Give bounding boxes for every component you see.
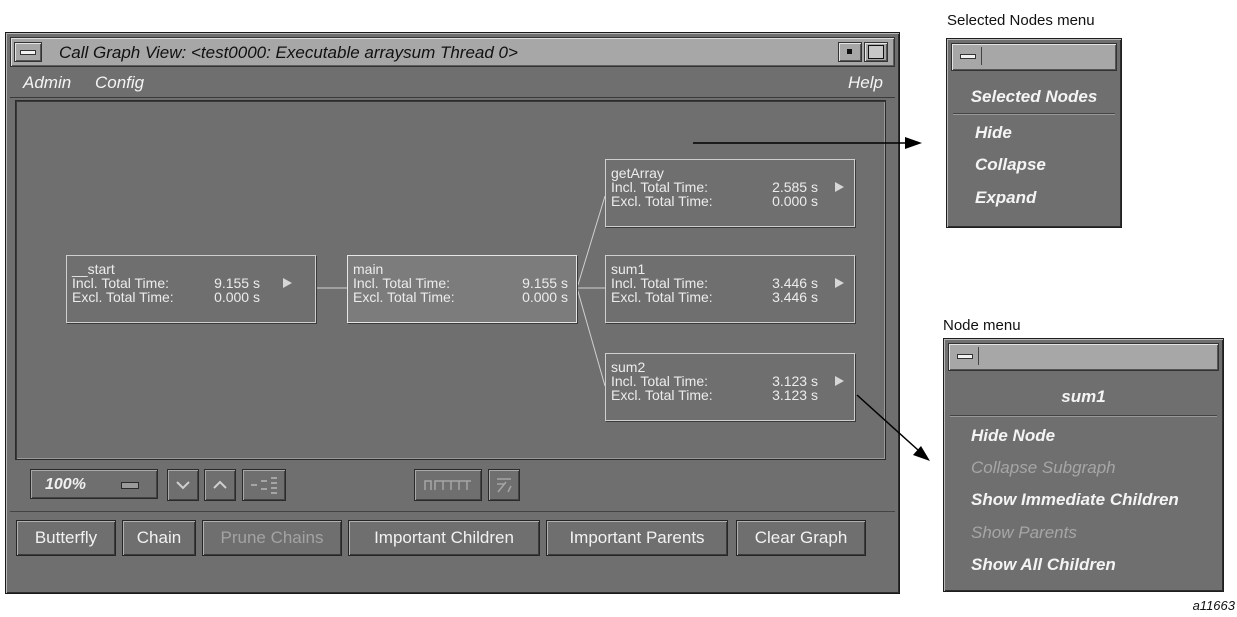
overview-button[interactable] xyxy=(242,469,286,501)
minimize-button[interactable] xyxy=(838,42,862,62)
call-graph-window: Call Graph View: <test0000: Executable a… xyxy=(5,32,900,594)
callout-arrowhead-selected xyxy=(905,137,922,149)
maximize-button[interactable] xyxy=(864,42,888,62)
popup-menu-icon xyxy=(960,54,976,59)
excl-label: Excl. Total Time: xyxy=(353,289,455,305)
tree-layout-button[interactable] xyxy=(414,469,482,501)
zoom-menu[interactable]: 100% xyxy=(30,469,158,499)
zoom-value: 100% xyxy=(45,476,86,493)
menu-item-show-parents[interactable]: Show Parents xyxy=(971,523,1077,543)
zoom-out-button[interactable] xyxy=(167,469,199,501)
menu-bar: Admin Config Help xyxy=(10,67,895,98)
callout-arrowhead-node xyxy=(913,446,930,461)
menu-admin[interactable]: Admin xyxy=(23,73,71,93)
menu-item-hide[interactable]: Hide xyxy=(975,123,1012,143)
prune-chains-button[interactable]: Prune Chains xyxy=(202,520,342,556)
rotate-layout-icon xyxy=(497,478,512,493)
node-sum1[interactable]: sum1 Incl. Total Time: 3.446 s Excl. Tot… xyxy=(605,255,855,323)
zoom-menu-knob-icon xyxy=(121,482,139,489)
popup-menu-button[interactable] xyxy=(955,47,982,65)
tree-layout-icon xyxy=(424,480,471,490)
excl-value: 3.446 s xyxy=(772,289,818,305)
node-start[interactable]: __start Incl. Total Time: 9.155 s Excl. … xyxy=(66,255,316,323)
selected-nodes-header: Selected Nodes xyxy=(953,87,1115,114)
selected-nodes-menu-caption: Selected Nodes menu xyxy=(947,12,1095,29)
node-main[interactable]: main Incl. Total Time: 9.155 s Excl. Tot… xyxy=(347,255,577,323)
zoom-in-button[interactable] xyxy=(204,469,236,501)
node-menu-header: sum1 xyxy=(950,387,1217,416)
expand-arrow-icon[interactable] xyxy=(835,376,844,386)
excl-value: 0.000 s xyxy=(214,289,260,305)
excl-value: 0.000 s xyxy=(772,193,818,209)
window-menu-icon xyxy=(20,50,36,55)
expand-arrow-icon[interactable] xyxy=(835,182,844,192)
important-children-button[interactable]: Important Children xyxy=(348,520,540,556)
window-menu-button[interactable] xyxy=(14,42,42,62)
excl-value: 0.000 s xyxy=(522,289,568,305)
node-menu: sum1 Hide Node Collapse Subgraph Show Im… xyxy=(943,338,1224,592)
title-bar[interactable]: Call Graph View: <test0000: Executable a… xyxy=(10,37,895,67)
popup-title-bar[interactable] xyxy=(948,343,1219,371)
menu-item-show-immediate-children[interactable]: Show Immediate Children xyxy=(971,490,1179,510)
popup-title-bar[interactable] xyxy=(951,43,1117,71)
menu-item-collapse[interactable]: Collapse xyxy=(975,155,1046,175)
menu-item-collapse-subgraph[interactable]: Collapse Subgraph xyxy=(971,458,1116,478)
menu-item-hide-node[interactable]: Hide Node xyxy=(971,426,1055,446)
menu-help[interactable]: Help xyxy=(848,73,883,93)
excl-value: 3.123 s xyxy=(772,387,818,403)
node-getarray[interactable]: getArray Incl. Total Time: 2.585 s Excl.… xyxy=(605,159,855,227)
important-parents-button[interactable]: Important Parents xyxy=(546,520,728,556)
edge-main-sum2 xyxy=(576,287,606,387)
expand-arrow-icon[interactable] xyxy=(283,278,292,288)
excl-label: Excl. Total Time: xyxy=(72,289,174,305)
node-sum2[interactable]: sum2 Incl. Total Time: 3.123 s Excl. Tot… xyxy=(605,353,855,421)
chain-button[interactable]: Chain xyxy=(122,520,196,556)
chevron-down-icon xyxy=(176,481,190,490)
popup-menu-button[interactable] xyxy=(952,347,979,365)
minimize-icon xyxy=(847,49,852,54)
popup-menu-icon xyxy=(957,354,973,359)
maximize-icon xyxy=(868,45,884,59)
expand-arrow-icon[interactable] xyxy=(835,278,844,288)
excl-label: Excl. Total Time: xyxy=(611,387,713,403)
node-menu-caption: Node menu xyxy=(943,317,1021,334)
menu-item-show-all-children[interactable]: Show All Children xyxy=(971,555,1116,575)
graph-canvas[interactable]: __start Incl. Total Time: 9.155 s Excl. … xyxy=(15,100,886,460)
clear-graph-button[interactable]: Clear Graph xyxy=(736,520,866,556)
rotate-layout-button[interactable] xyxy=(488,469,520,501)
excl-label: Excl. Total Time: xyxy=(611,193,713,209)
selected-nodes-menu: Selected Nodes Hide Collapse Expand xyxy=(946,38,1122,228)
figure-id: a11663 xyxy=(1192,598,1235,613)
window-title: Call Graph View: <test0000: Executable a… xyxy=(59,43,518,62)
menu-config[interactable]: Config xyxy=(95,73,144,93)
action-button-row: Butterfly Chain Prune Chains Important C… xyxy=(10,511,895,560)
menu-item-expand[interactable]: Expand xyxy=(975,188,1036,208)
excl-label: Excl. Total Time: xyxy=(611,289,713,305)
chevron-up-icon xyxy=(213,480,227,489)
butterfly-button[interactable]: Butterfly xyxy=(16,520,116,556)
overview-icon xyxy=(251,477,277,494)
graph-toolbar: 100% xyxy=(10,461,895,507)
edge-main-getarray xyxy=(576,195,606,289)
